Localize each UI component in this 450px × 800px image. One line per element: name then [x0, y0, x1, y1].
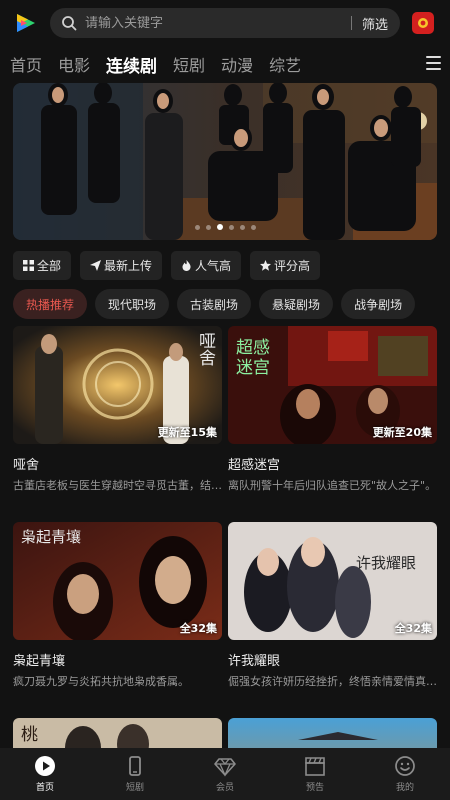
show-card[interactable]: 桃 — [13, 718, 222, 748]
show-card[interactable]: 哑舍 更新至15集 哑舍 古董店老板与医生穿越时空寻觅古董，结下… — [13, 326, 222, 493]
banner-pagination — [13, 224, 437, 230]
diamond-icon — [214, 758, 236, 777]
poster-image — [13, 718, 222, 748]
tab-variety[interactable]: 综艺 — [269, 52, 301, 76]
bottom-nav: 首页 短剧 会员 预告 我的 — [0, 748, 450, 800]
send-icon — [90, 260, 102, 271]
show-title[interactable]: 许我耀眼 — [228, 650, 437, 669]
show-poster[interactable]: 桃 — [13, 718, 222, 748]
show-grid: 哑舍 更新至15集 哑舍 古董店老板与医生穿越时空寻觅古董，结下… 超感迷宫 更… — [13, 326, 437, 748]
banner-dot-active[interactable] — [216, 224, 223, 230]
category-tabs: 首页 电影 连续剧 短剧 动漫 综艺 — [10, 50, 317, 78]
nav-home[interactable]: 首页 — [0, 748, 90, 800]
search-bar[interactable]: 筛选 — [50, 8, 400, 38]
show-poster[interactable] — [228, 718, 437, 748]
banner-image — [13, 83, 437, 240]
nav-label: 会员 — [215, 783, 234, 793]
show-description: 离队刑警十年后归队追查已死"故人之子"。 — [228, 479, 437, 492]
menu-icon[interactable] — [426, 56, 441, 70]
tab-short-drama[interactable]: 短剧 — [173, 52, 205, 76]
badge-button[interactable] — [412, 12, 434, 34]
genre-filters: 热播推荐 现代职场 古装剧场 悬疑剧场 战争剧场 — [13, 289, 423, 319]
show-poster[interactable]: 许我耀眼 全32集 — [228, 522, 437, 640]
poster-title: 哑舍 — [195, 332, 215, 366]
show-card[interactable]: 许我耀眼 全32集 许我耀眼 倔强女孩许妍历经挫折，终悟亲情爱情真谛。 — [228, 522, 437, 689]
sort-label: 评分高 — [274, 259, 311, 273]
genre-trending[interactable]: 热播推荐 — [13, 289, 88, 319]
tab-home[interactable]: 首页 — [10, 52, 42, 76]
smile-icon — [395, 756, 415, 776]
search-divider — [350, 16, 352, 30]
poster-title: 许我耀眼 — [356, 554, 417, 572]
genre-war[interactable]: 战争剧场 — [341, 289, 416, 319]
genre-workplace[interactable]: 现代职场 — [95, 289, 170, 319]
nav-label: 首页 — [35, 783, 54, 793]
banner-dot[interactable] — [228, 225, 234, 230]
sort-label: 最新上传 — [104, 259, 153, 273]
sort-options: 全部 最新上传 人气高 评分高 — [13, 251, 329, 280]
phone-icon — [129, 756, 141, 776]
poster-title: 桃 — [21, 725, 38, 745]
poster-title: 超感迷宫 — [236, 338, 270, 378]
top-bar: 筛选 — [0, 8, 450, 38]
show-card[interactable]: 超感迷宫 更新至20集 超感迷宫 离队刑警十年后归队追查已死"故人之子"。 — [228, 326, 437, 493]
show-poster[interactable]: 超感迷宫 更新至20集 — [228, 326, 437, 444]
poster-image — [228, 718, 437, 748]
star-icon — [260, 260, 272, 271]
sort-rating-button[interactable]: 评分高 — [250, 251, 321, 280]
show-description: 古董店老板与医生穿越时空寻觅古董，结下… — [13, 479, 222, 492]
sort-all-button[interactable]: 全部 — [13, 251, 72, 280]
nav-label: 我的 — [395, 783, 414, 793]
banner-dot[interactable] — [239, 225, 245, 230]
tab-anime[interactable]: 动漫 — [221, 52, 253, 76]
show-card[interactable] — [228, 718, 437, 748]
episode-badge: 全32集 — [394, 622, 432, 635]
tab-series[interactable]: 连续剧 — [106, 52, 157, 77]
show-description: 倔强女孩许妍历经挫折，终悟亲情爱情真谛。 — [228, 675, 437, 688]
clapper-icon — [305, 757, 325, 776]
genre-suspense[interactable]: 悬疑剧场 — [259, 289, 334, 319]
grid-icon — [23, 260, 34, 271]
show-title[interactable]: 超感迷宫 — [228, 454, 437, 473]
show-card[interactable]: 枭起青壤 全32集 枭起青壤 疯刀聂九罗与炎拓共抗地枭成香属。 — [13, 522, 222, 689]
banner-dot[interactable] — [194, 225, 200, 230]
episode-badge: 更新至15集 — [157, 426, 217, 439]
filter-button[interactable]: 筛选 — [362, 14, 388, 33]
show-title[interactable]: 枭起青壤 — [13, 650, 222, 669]
episode-badge: 更新至20集 — [372, 426, 432, 439]
show-poster[interactable]: 哑舍 更新至15集 — [13, 326, 222, 444]
banner-dot[interactable] — [250, 225, 256, 230]
sort-latest-button[interactable]: 最新上传 — [80, 251, 163, 280]
sort-label: 全部 — [37, 259, 62, 273]
sort-label: 人气高 — [195, 259, 232, 273]
sort-popular-button[interactable]: 人气高 — [171, 251, 242, 280]
badge-icon — [418, 18, 428, 28]
nav-short-drama[interactable]: 短剧 — [90, 748, 180, 800]
show-poster[interactable]: 枭起青壤 全32集 — [13, 522, 222, 640]
genre-costume[interactable]: 古装剧场 — [177, 289, 252, 319]
tab-movies[interactable]: 电影 — [58, 52, 90, 76]
search-input[interactable] — [85, 15, 351, 31]
fire-icon — [182, 260, 191, 271]
nav-vip[interactable]: 会员 — [180, 748, 270, 800]
search-icon — [62, 16, 77, 31]
banner-dot[interactable] — [205, 225, 211, 230]
play-circle-icon — [35, 756, 55, 776]
hero-banner[interactable] — [13, 83, 437, 240]
nav-trailer[interactable]: 预告 — [270, 748, 360, 800]
show-title[interactable]: 哑舍 — [13, 454, 222, 473]
nav-profile[interactable]: 我的 — [360, 748, 450, 800]
show-description: 疯刀聂九罗与炎拓共抗地枭成香属。 — [13, 675, 189, 688]
app-logo-icon[interactable] — [14, 12, 38, 34]
poster-title: 枭起青壤 — [21, 528, 82, 546]
nav-label: 短剧 — [125, 783, 144, 793]
nav-label: 预告 — [305, 783, 324, 793]
episode-badge: 全32集 — [179, 622, 217, 635]
